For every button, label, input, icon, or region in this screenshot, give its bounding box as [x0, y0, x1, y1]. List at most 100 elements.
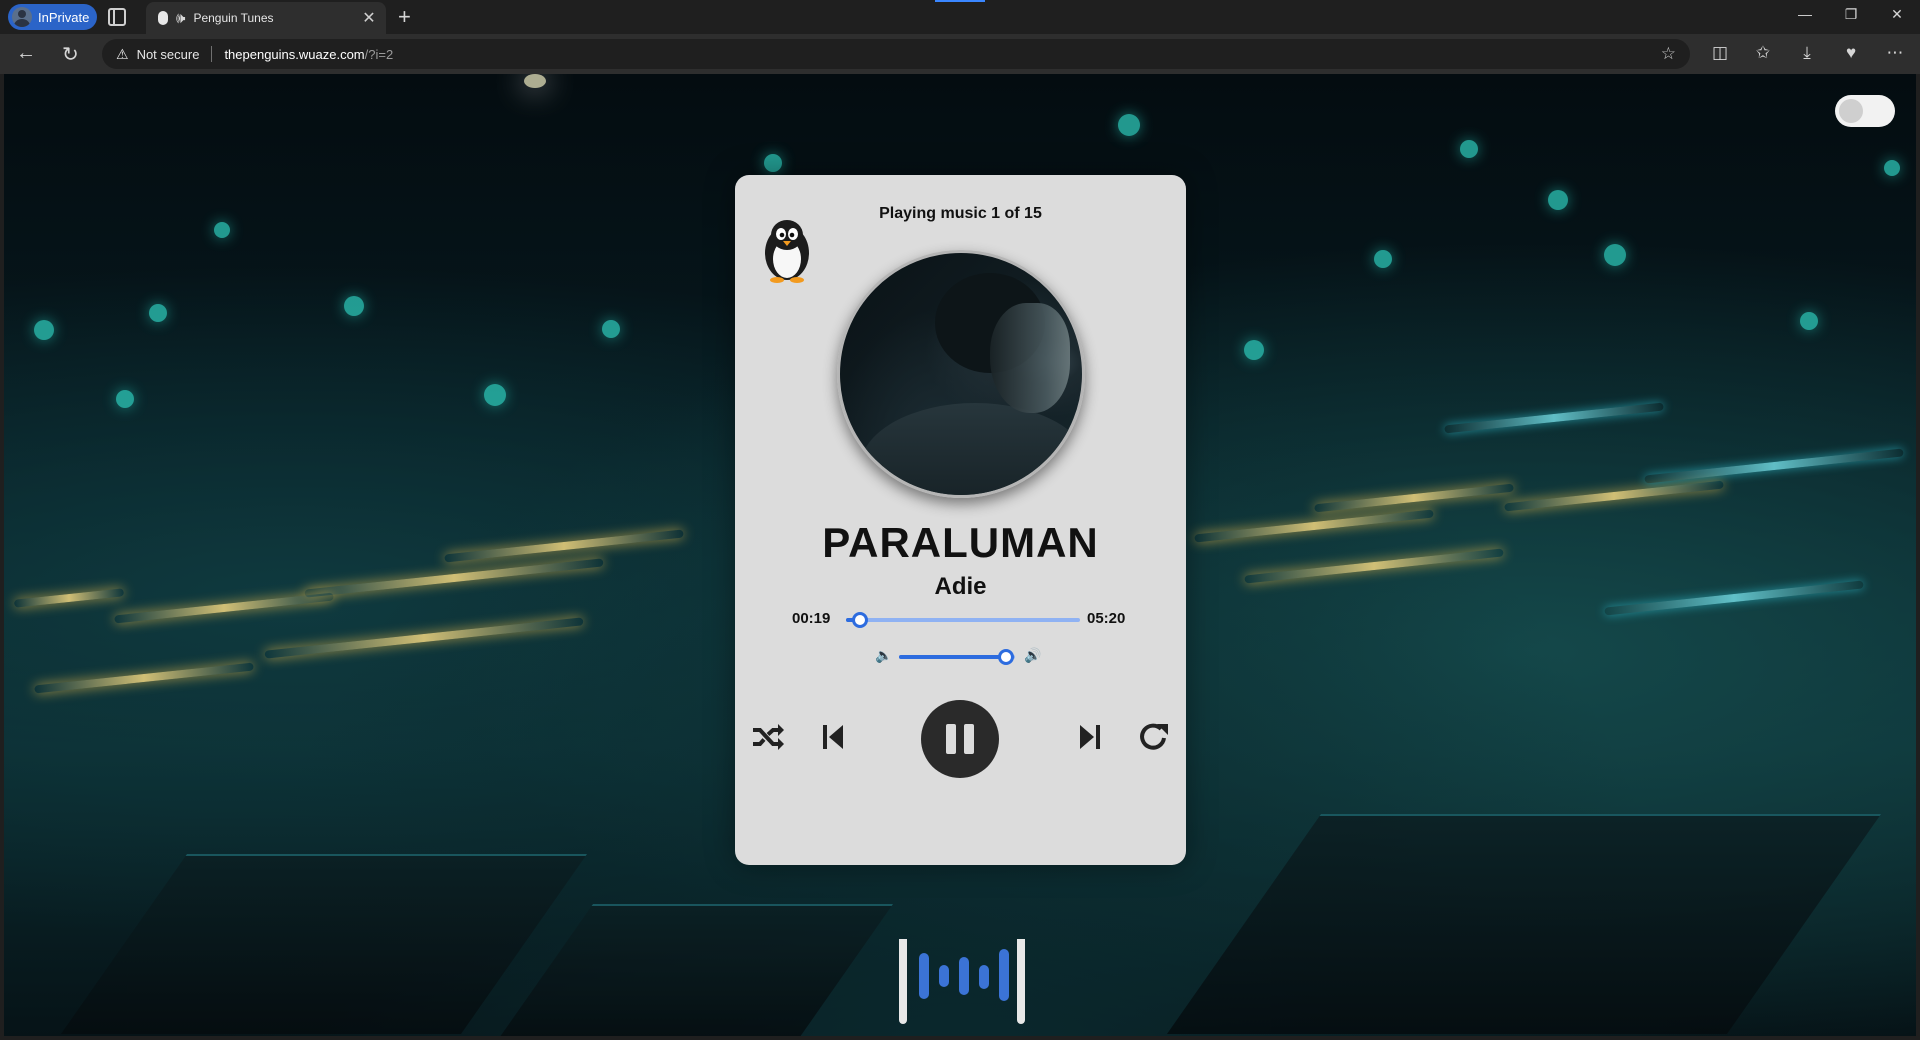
- next-button[interactable]: [1068, 715, 1112, 759]
- close-tab-icon[interactable]: ✕: [358, 8, 380, 28]
- bokeh-dot: [344, 296, 364, 316]
- favorites-icon[interactable]: ✩: [1750, 43, 1776, 63]
- tab-actions-icon[interactable]: [108, 8, 126, 26]
- light-streak: [13, 588, 125, 608]
- toggle-knob: [1839, 99, 1863, 123]
- url-divider: [211, 46, 213, 62]
- minimize-icon[interactable]: —: [1782, 6, 1828, 22]
- url-path: /?i=2: [364, 46, 394, 62]
- warning-icon[interactable]: ⚠: [116, 46, 129, 63]
- back-icon[interactable]: ←: [16, 42, 36, 65]
- browser-essentials-icon[interactable]: ♥: [1838, 43, 1864, 63]
- music-player-card: Playing music 1 of 15 PARALUMAN Adie 00:…: [735, 175, 1186, 865]
- light-streak: [1504, 480, 1724, 512]
- bokeh-dot: [484, 384, 506, 406]
- address-field[interactable]: ⚠ Not secure thepenguins.wuaze.com /?i=2…: [102, 39, 1690, 69]
- drag-indicator: [935, 0, 985, 2]
- repeat-button[interactable]: [1132, 715, 1176, 759]
- equalizer-post: [899, 939, 907, 1024]
- light-streak: [114, 592, 334, 624]
- equalizer-post: [1017, 939, 1025, 1024]
- equalizer-bar: [939, 965, 949, 987]
- equalizer-bar: [959, 957, 969, 995]
- bokeh-dot: [524, 74, 546, 88]
- artist-name: Adie: [934, 573, 987, 600]
- repeat-icon: [1140, 723, 1168, 750]
- url-host: thepenguins.wuaze.com: [224, 46, 365, 62]
- previous-icon: [823, 725, 843, 749]
- bokeh-dot: [214, 222, 230, 238]
- bokeh-dot: [116, 390, 134, 408]
- previous-button[interactable]: [811, 715, 855, 759]
- seek-thumb[interactable]: [852, 612, 868, 628]
- background-block: [494, 904, 894, 1036]
- album-art-face: [990, 303, 1070, 413]
- volume-high-icon[interactable]: 🔊: [1024, 647, 1041, 664]
- download-icon[interactable]: ⤓: [1794, 43, 1820, 63]
- more-menu-icon[interactable]: ⋯: [1882, 43, 1908, 63]
- penguin-icon: [765, 220, 809, 283]
- light-streak: [1444, 402, 1664, 434]
- equalizer-bar: [979, 965, 989, 989]
- current-time: 00:19: [792, 610, 831, 627]
- background-block: [1166, 814, 1882, 1034]
- bokeh-dot: [149, 304, 167, 322]
- volume-fill: [899, 655, 1006, 659]
- pause-icon: [946, 724, 956, 754]
- bokeh-dot: [602, 320, 620, 338]
- light-streak: [1314, 483, 1514, 513]
- light-streak: [34, 662, 254, 694]
- tab-favicon-icon: [158, 11, 168, 25]
- song-title: PARALUMAN: [822, 519, 1099, 566]
- shuffle-icon: [753, 724, 784, 750]
- equalizer-bar: [999, 949, 1009, 1001]
- duration: 05:20: [1087, 610, 1126, 627]
- track-counter: Playing music 1 of 15: [879, 205, 1042, 222]
- light-streak: [304, 558, 604, 598]
- volume-low-icon[interactable]: 🔈: [875, 647, 892, 664]
- light-streak: [1244, 548, 1504, 584]
- shuffle-button[interactable]: [746, 715, 790, 759]
- bokeh-dot: [764, 154, 782, 172]
- pause-button[interactable]: [921, 700, 999, 778]
- tab-bar: InPrivate 🕪 Penguin Tunes ✕ + — ❐ ✕: [0, 0, 1920, 34]
- light-streak: [264, 617, 584, 659]
- speaker-icon[interactable]: 🕪: [176, 10, 185, 27]
- theme-toggle[interactable]: [1835, 95, 1895, 127]
- browser-tab-active[interactable]: 🕪 Penguin Tunes ✕: [146, 2, 386, 34]
- inprivate-profile-button[interactable]: InPrivate: [8, 4, 97, 30]
- bokeh-dot: [1244, 340, 1264, 360]
- bokeh-dot: [1374, 250, 1392, 268]
- seek-slider[interactable]: [846, 612, 1080, 628]
- bokeh-dot: [1884, 160, 1900, 176]
- equalizer-visual: [899, 939, 1029, 1029]
- album-art-shoulder: [860, 403, 1082, 495]
- equalizer-bar: [919, 953, 929, 999]
- bokeh-dot: [1118, 114, 1140, 136]
- tab-title: Penguin Tunes: [193, 11, 274, 25]
- bokeh-dot: [34, 320, 54, 340]
- light-streak: [444, 529, 684, 563]
- new-tab-button[interactable]: +: [398, 4, 411, 30]
- light-streak: [1644, 448, 1904, 484]
- restore-icon[interactable]: ❐: [1828, 6, 1874, 23]
- pause-icon: [964, 724, 974, 754]
- close-window-icon[interactable]: ✕: [1874, 6, 1920, 23]
- background-block: [60, 854, 588, 1034]
- refresh-icon[interactable]: ↻: [62, 42, 79, 67]
- split-screen-icon[interactable]: ◫: [1707, 43, 1733, 63]
- security-label[interactable]: Not secure: [137, 47, 200, 62]
- album-art: [837, 250, 1085, 498]
- volume-slider[interactable]: [899, 649, 1015, 665]
- favorite-star-icon[interactable]: ☆: [1661, 44, 1676, 64]
- avatar-icon: [12, 7, 32, 27]
- light-streak: [1604, 580, 1864, 616]
- light-streak: [1194, 509, 1434, 543]
- next-icon: [1080, 725, 1100, 749]
- bokeh-dot: [1460, 140, 1478, 158]
- volume-thumb[interactable]: [998, 649, 1014, 665]
- address-toolbar: ← ↻ ⚠ Not secure thepenguins.wuaze.com /…: [0, 34, 1920, 74]
- bokeh-dot: [1604, 244, 1626, 266]
- bokeh-dot: [1548, 190, 1568, 210]
- bokeh-dot: [1800, 312, 1818, 330]
